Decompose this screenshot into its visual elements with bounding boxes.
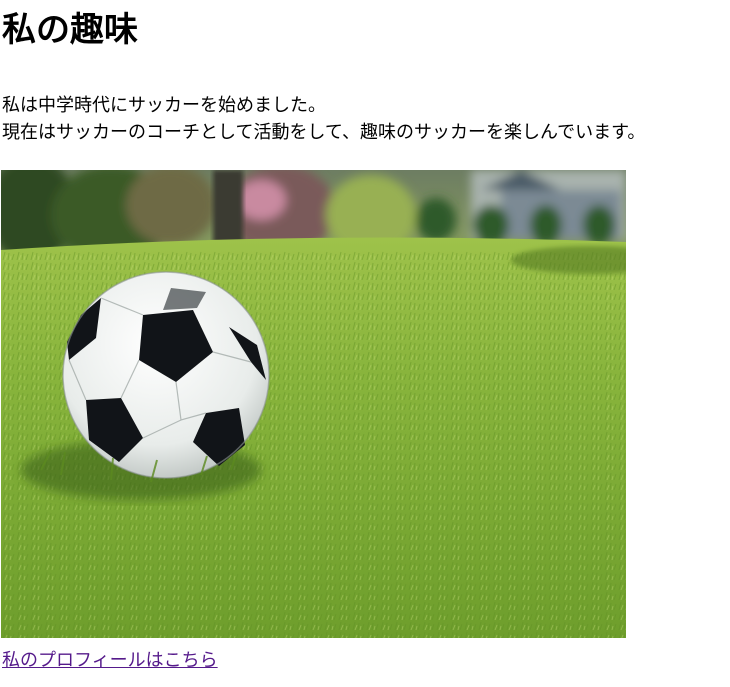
intro-paragraph: 私は中学時代にサッカーを始めました。 現在はサッカーのコーチとして活動をして、趣… — [2, 92, 645, 146]
page-title: 私の趣味 — [2, 10, 138, 50]
intro-line-2: 現在はサッカーのコーチとして活動をして、趣味のサッカーを楽しんでいます。 — [2, 122, 646, 143]
profile-link[interactable]: 私のプロフィールはこちら — [2, 648, 218, 674]
soccer-ball-photo — [1, 170, 626, 638]
intro-line-1: 私は中学時代にサッカーを始めました。 — [2, 95, 326, 116]
